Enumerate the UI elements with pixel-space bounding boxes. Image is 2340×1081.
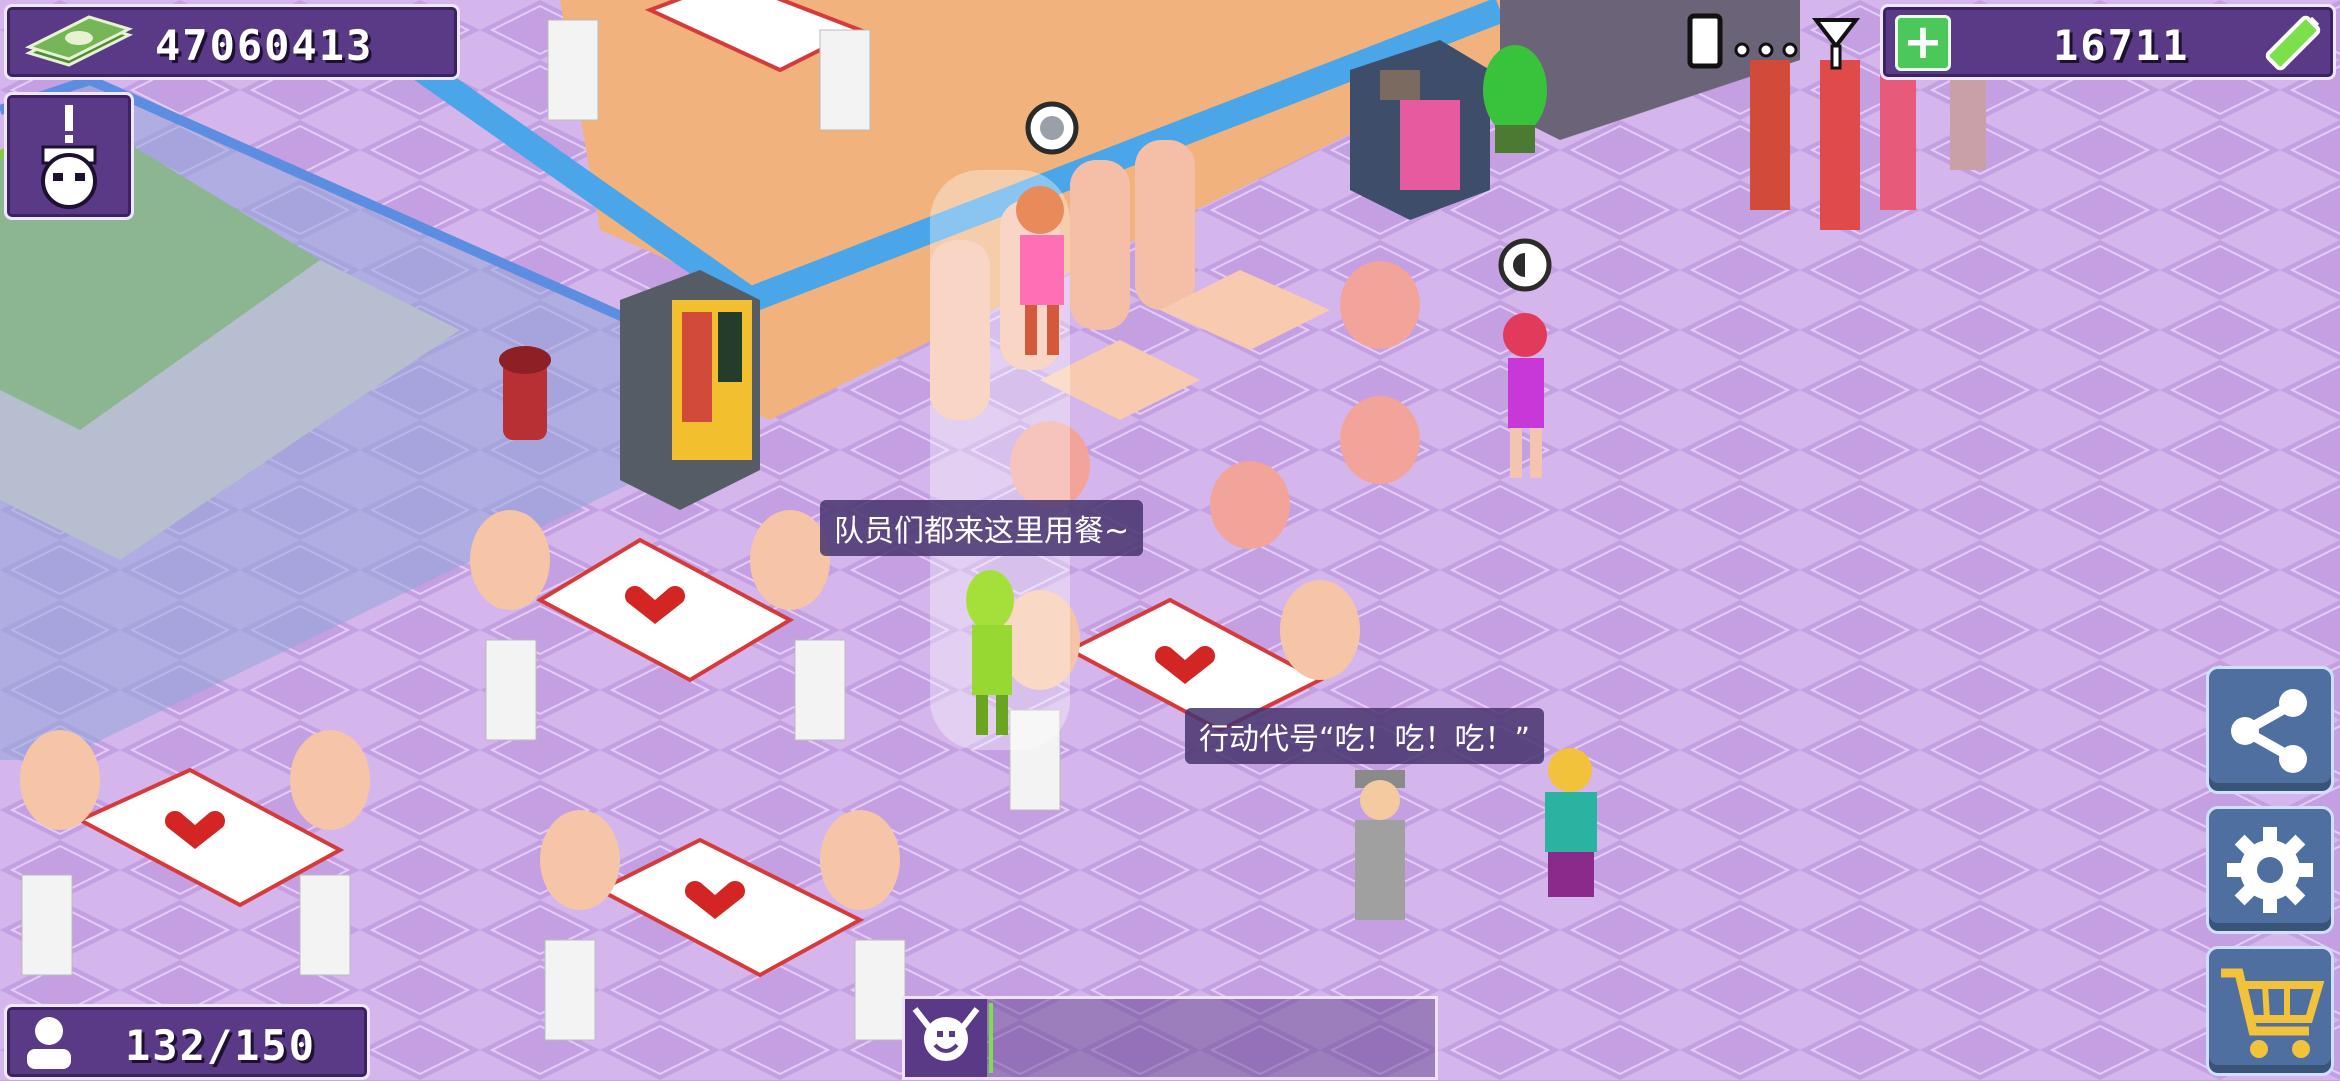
- population-count: 132/150: [125, 1021, 317, 1070]
- speech-bubble-2-text: 行动代号“吃！吃！吃！”: [1199, 722, 1531, 757]
- fire-hydrant: [499, 346, 551, 440]
- cash-register[interactable]: [1350, 40, 1490, 220]
- alert-character-button[interactable]: [4, 92, 134, 220]
- status-indicator-2[interactable]: [1498, 238, 1552, 292]
- cash-stack-icon: [24, 15, 134, 67]
- game-scene[interactable]: [0, 0, 2340, 1080]
- gear-icon: [2227, 827, 2313, 913]
- money-panel[interactable]: 47060413: [4, 4, 460, 80]
- happy-face-icon: [912, 1007, 980, 1061]
- happiness-fill: [989, 1003, 993, 1073]
- speech-bubble-2: 行动代号“吃！吃！吃！”: [1185, 708, 1545, 764]
- character-trenchcoat-man[interactable]: [1355, 770, 1405, 920]
- speech-bubble-1: 队员们都来这里用餐~: [820, 500, 1144, 556]
- settings-button[interactable]: [2206, 806, 2334, 934]
- add-gems-button[interactable]: +: [1895, 15, 1951, 71]
- character-teal-shirt-man[interactable]: [1545, 748, 1597, 897]
- shop-button[interactable]: [2206, 946, 2334, 1076]
- alert-character-icon: [41, 105, 97, 209]
- add-gems-label: +: [1902, 14, 1944, 70]
- money-amount: 47060413: [155, 21, 374, 70]
- person-icon: [27, 1017, 71, 1069]
- shopping-cart-icon: [2221, 968, 2325, 1058]
- happiness-bar[interactable]: [902, 996, 1438, 1080]
- signal-status-icon: [1687, 13, 1861, 70]
- gems-panel[interactable]: + 16711: [1880, 4, 2336, 80]
- population-panel[interactable]: 132/150: [4, 1004, 370, 1080]
- vending-machine[interactable]: [620, 270, 760, 510]
- speech-bubble-1-text: 队员们都来这里用餐~: [834, 514, 1130, 549]
- status-indicator-1[interactable]: [1025, 101, 1079, 155]
- gems-amount: 16711: [2053, 21, 2190, 70]
- happiness-icon-box: [905, 999, 987, 1077]
- battery-icon: [2265, 15, 2321, 71]
- device-status: [1686, 10, 1886, 74]
- share-icon: [2231, 689, 2307, 773]
- share-button[interactable]: [2206, 666, 2334, 794]
